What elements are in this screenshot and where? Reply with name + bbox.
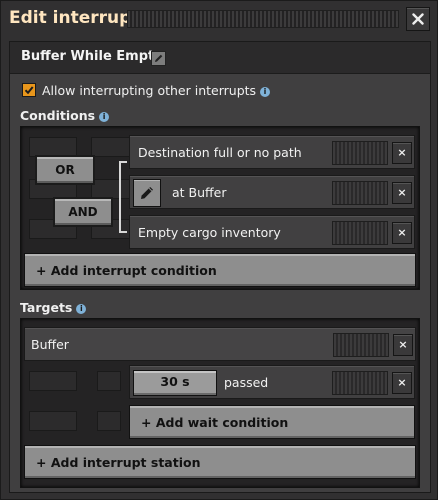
drag-handle[interactable] bbox=[332, 371, 388, 395]
condition-row[interactable]: Destination full or no path × bbox=[129, 135, 415, 169]
empty-slot bbox=[29, 371, 77, 391]
wait-condition-row[interactable]: 30 s passed × bbox=[129, 365, 415, 399]
conditions-frame: OR AND Destination full or no path × at … bbox=[20, 126, 420, 290]
condition-text: Empty cargo inventory bbox=[138, 225, 281, 240]
allow-interrupting-text: Allow interrupting other interrupts bbox=[42, 83, 257, 98]
conditions-label-text: Conditions bbox=[20, 108, 96, 123]
add-interrupt-condition-label: + Add interrupt condition bbox=[36, 263, 217, 278]
add-interrupt-station-button[interactable]: + Add interrupt station bbox=[24, 445, 416, 479]
empty-slot bbox=[97, 371, 121, 391]
remove-condition-button[interactable]: × bbox=[392, 182, 412, 204]
info-icon: i bbox=[99, 111, 110, 122]
conditions-label: Conditions i bbox=[20, 108, 110, 123]
info-icon: i bbox=[260, 86, 271, 97]
title-bar: Edit interrupt bbox=[1, 1, 437, 37]
remove-wait-condition-button[interactable]: × bbox=[392, 372, 412, 394]
and-button[interactable]: AND bbox=[53, 197, 113, 227]
remove-station-button[interactable]: × bbox=[393, 334, 413, 356]
target-station-row[interactable]: Buffer × bbox=[24, 327, 416, 361]
drag-handle[interactable] bbox=[127, 10, 399, 28]
targets-label: Targets i bbox=[20, 300, 87, 315]
wait-condition-text: passed bbox=[224, 375, 269, 390]
interrupt-name: Buffer While Empty bbox=[21, 49, 163, 64]
and-bracket bbox=[119, 161, 127, 233]
targets-label-text: Targets bbox=[20, 300, 73, 315]
targets-frame: Buffer × 30 s passed × + Add wait condit… bbox=[20, 318, 420, 488]
add-wait-condition-button[interactable]: + Add wait condition bbox=[129, 405, 415, 439]
add-wait-condition-label: + Add wait condition bbox=[141, 415, 289, 430]
empty-slot bbox=[97, 411, 121, 431]
rename-button[interactable] bbox=[151, 51, 166, 66]
allow-interrupting-checkbox[interactable] bbox=[22, 83, 36, 97]
pencil-icon bbox=[155, 54, 163, 62]
condition-text: Destination full or no path bbox=[138, 145, 302, 160]
pencil-icon bbox=[141, 187, 153, 199]
empty-slot bbox=[29, 137, 77, 157]
drag-handle[interactable] bbox=[333, 333, 389, 357]
window-title: Edit interrupt bbox=[9, 8, 140, 28]
add-interrupt-station-label: + Add interrupt station bbox=[36, 455, 201, 470]
interrupt-header: Buffer While Empty bbox=[10, 42, 430, 74]
condition-row[interactable]: at Buffer × bbox=[129, 175, 415, 209]
empty-slot bbox=[29, 411, 77, 431]
drag-handle[interactable] bbox=[332, 181, 388, 205]
allow-interrupting-label: Allow interrupting other interrupts i bbox=[42, 83, 271, 98]
wait-time-button[interactable]: 30 s bbox=[133, 370, 217, 396]
or-button[interactable]: OR bbox=[35, 155, 95, 185]
edit-station-button[interactable] bbox=[133, 179, 161, 207]
info-icon: i bbox=[76, 303, 87, 314]
drag-handle[interactable] bbox=[332, 221, 388, 245]
remove-condition-button[interactable]: × bbox=[392, 222, 412, 244]
drag-handle[interactable] bbox=[332, 141, 388, 165]
station-name: Buffer bbox=[31, 337, 69, 352]
close-icon bbox=[412, 13, 424, 25]
edit-interrupt-window: Edit interrupt Buffer While Empty Allow … bbox=[0, 0, 438, 500]
checkmark-icon bbox=[24, 86, 34, 95]
condition-row[interactable]: Empty cargo inventory × bbox=[129, 215, 415, 249]
condition-text: at Buffer bbox=[172, 185, 227, 200]
remove-condition-button[interactable]: × bbox=[392, 142, 412, 164]
interrupt-panel: Buffer While Empty Allow interrupting ot… bbox=[9, 41, 431, 493]
add-interrupt-condition-button[interactable]: + Add interrupt condition bbox=[24, 253, 416, 287]
close-button[interactable] bbox=[406, 7, 430, 31]
